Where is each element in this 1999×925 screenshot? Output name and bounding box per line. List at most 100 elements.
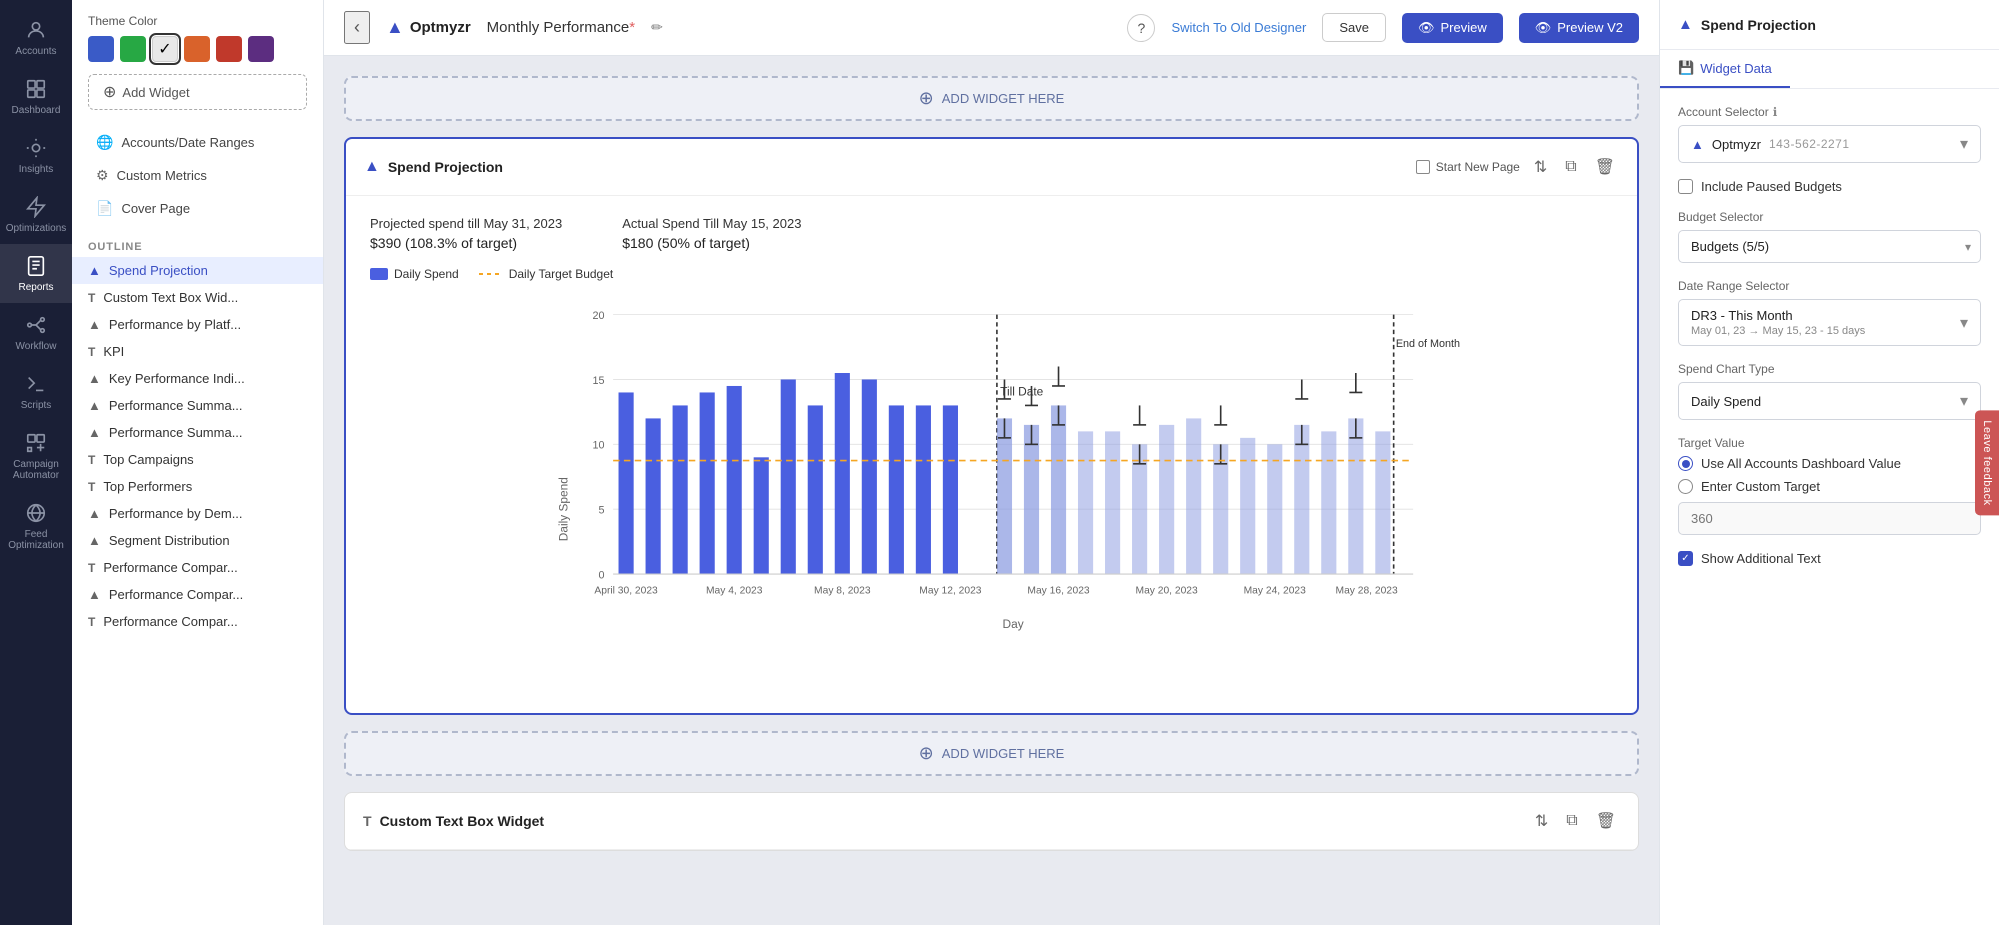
outline-item-performance-compar-3[interactable]: T Performance Compar... [72, 608, 323, 635]
svg-text:Daily Spend: Daily Spend [557, 477, 571, 541]
custom-text-widget: T Custom Text Box Widget ⇅ ⧉ 🗑 [344, 792, 1639, 851]
outline-item-performance-compar-2[interactable]: ▲ Performance Compar... [72, 581, 323, 608]
budget-selector-display[interactable]: Budgets (5/5) [1678, 230, 1981, 263]
outline-item-performance-summa-1[interactable]: ▲ Performance Summa... [72, 392, 323, 419]
sidebar-link-accounts[interactable]: 🌐 Accounts/Date Ranges [88, 128, 307, 157]
edit-icon[interactable]: ✏ [651, 19, 663, 36]
widget-data-icon: 💾 [1678, 60, 1694, 76]
outline-item-segment-distribution[interactable]: ▲ Segment Distribution [72, 527, 323, 554]
spend-chart-type-box[interactable]: Daily Spend ▾ [1678, 382, 1981, 420]
optimizations-icon [24, 195, 48, 219]
svg-text:May 8, 2023: May 8, 2023 [814, 586, 871, 597]
show-additional-field[interactable]: ✓ Show Additional Text [1678, 551, 1981, 566]
page-title: Monthly Performance* [487, 19, 635, 36]
nav-optimizations[interactable]: Optimizations [0, 185, 72, 244]
add-widget-button[interactable]: ⊕ Add Widget [88, 74, 307, 110]
outline-item-custom-text[interactable]: T Custom Text Box Wid... [72, 284, 323, 311]
text-icon-1: T [88, 291, 95, 305]
radio-use-all-accounts-input[interactable] [1678, 456, 1693, 471]
chart-icon-4: ▲ [88, 398, 101, 413]
include-paused-checkbox[interactable] [1678, 179, 1693, 194]
radio-use-all-accounts[interactable]: Use All Accounts Dashboard Value [1678, 456, 1981, 471]
swatch-orange[interactable] [184, 36, 210, 62]
feed-optimization-icon [24, 501, 48, 525]
outline-item-key-performance[interactable]: ▲ Key Performance Indi... [72, 365, 323, 392]
include-paused-field[interactable]: Include Paused Budgets [1678, 179, 1981, 194]
custom-target-input[interactable] [1678, 502, 1981, 535]
widget-header: ▲ Spend Projection Start New Page ⇅ ⧉ 🗑 [346, 139, 1637, 196]
chart-icon-5: ▲ [88, 425, 101, 440]
nav-accounts[interactable]: Accounts [0, 8, 72, 67]
sidebar-link-cover-page[interactable]: 📄 Cover Page [88, 194, 307, 223]
target-value-radio-group: Use All Accounts Dashboard Value Enter C… [1678, 456, 1981, 494]
chart-svg-wrap: Daily Spend 20 15 10 5 0 [370, 293, 1613, 693]
outline-item-performance-dem[interactable]: ▲ Performance by Dem... [72, 500, 323, 527]
nav-reports[interactable]: Reports [0, 244, 72, 303]
date-range-sub: May 01, 23 → May 15, 23 - 15 days [1691, 325, 1960, 337]
radio-enter-custom-input[interactable] [1678, 479, 1693, 494]
add-widget-zone-top[interactable]: ⊕ ADD WIDGET HERE [344, 76, 1639, 121]
dashboard-icon [24, 77, 48, 101]
preview-v2-button[interactable]: 👁 Preview V2 [1519, 13, 1639, 43]
proj-bar-4 [1078, 431, 1093, 574]
widget-duplicate-button[interactable]: ⧉ [1561, 154, 1580, 180]
nav-scripts[interactable]: Scripts [0, 362, 72, 421]
outline-item-performance-summa-2[interactable]: ▲ Performance Summa... [72, 419, 323, 446]
right-panel-header: ▲ Spend Projection [1660, 0, 1999, 50]
account-selector-box[interactable]: ▲ Optmyzr 143-562-2271 ▾ [1678, 125, 1981, 163]
outline-item-performance-platform[interactable]: ▲ Performance by Platf... [72, 311, 323, 338]
swatch-blue[interactable] [88, 36, 114, 62]
nav-insights[interactable]: Insights [0, 126, 72, 185]
swatch-red[interactable] [216, 36, 242, 62]
nav-dashboard[interactable]: Dashboard [0, 67, 72, 126]
legend-dashed-target [479, 273, 503, 275]
nav-feed-optimization[interactable]: Feed Optimization [0, 491, 72, 561]
swatch-light-active[interactable]: ✓ [152, 36, 178, 62]
help-button[interactable]: ? [1127, 14, 1155, 42]
widget-sort-button[interactable]: ⇅ [1530, 153, 1551, 181]
preview-button[interactable]: 👁 Preview [1402, 13, 1503, 43]
svg-text:20: 20 [592, 310, 604, 322]
show-additional-checkbox[interactable]: ✓ [1678, 551, 1693, 566]
bar-10 [862, 379, 877, 574]
budget-selector-field: Budget Selector Budgets (5/5) [1678, 210, 1981, 263]
outline-item-spend-projection[interactable]: ▲ Spend Projection [72, 257, 323, 284]
radio-enter-custom[interactable]: Enter Custom Target [1678, 479, 1981, 494]
sidebar-link-custom-metrics[interactable]: ⚙ Custom Metrics [88, 161, 307, 190]
date-range-box[interactable]: DR3 - This Month May 01, 23 → May 15, 23… [1678, 299, 1981, 346]
save-button[interactable]: Save [1322, 13, 1386, 42]
tab-widget-data[interactable]: 💾 Widget Data [1660, 50, 1790, 88]
svg-text:April 30, 2023: April 30, 2023 [594, 586, 658, 597]
spend-projection-widget: ▲ Spend Projection Start New Page ⇅ ⧉ 🗑 [344, 137, 1639, 715]
back-button[interactable]: ‹ [344, 11, 370, 44]
app-logo: ▲ Optmyzr [386, 17, 471, 38]
swatch-purple[interactable] [248, 36, 274, 62]
add-widget-zone-middle[interactable]: ⊕ ADD WIDGET HERE [344, 731, 1639, 776]
custom-text-sort-button[interactable]: ⇅ [1531, 807, 1552, 835]
bar-1 [619, 392, 634, 574]
custom-text-delete-button[interactable]: 🗑 [1592, 807, 1620, 835]
switch-old-designer-button[interactable]: Switch To Old Designer [1171, 20, 1306, 35]
actual-label: Actual Spend Till May 15, 2023 [622, 216, 801, 231]
outline-item-top-performers[interactable]: T Top Performers [72, 473, 323, 500]
swatch-green[interactable] [120, 36, 146, 62]
custom-text-widget-header: T Custom Text Box Widget ⇅ ⧉ 🗑 [345, 793, 1638, 850]
nav-campaign-automator[interactable]: Campaign Automator [0, 421, 72, 491]
proj-bar-13 [1321, 431, 1336, 574]
app-name: Optmyzr [410, 19, 471, 36]
feedback-tab[interactable]: Leave feedback [1975, 410, 1999, 515]
start-new-page-checkbox[interactable] [1416, 160, 1430, 174]
bar-6 [754, 457, 769, 574]
account-selector-label: Account Selector ℹ [1678, 105, 1981, 119]
widget-title: ▲ Spend Projection [364, 158, 1406, 176]
start-new-page-control[interactable]: Start New Page [1416, 160, 1520, 174]
outline-item-top-campaigns[interactable]: T Top Campaigns [72, 446, 323, 473]
budget-selector-wrap[interactable]: Budgets (5/5) [1678, 230, 1981, 263]
bar-7 [781, 379, 796, 574]
spend-projection-chart: Daily Spend 20 15 10 5 0 [370, 293, 1613, 693]
outline-item-kpi[interactable]: T KPI [72, 338, 323, 365]
custom-text-duplicate-button[interactable]: ⧉ [1562, 808, 1581, 834]
widget-delete-button[interactable]: 🗑 [1591, 153, 1619, 181]
outline-item-performance-compar-1[interactable]: T Performance Compar... [72, 554, 323, 581]
nav-workflow[interactable]: Workflow [0, 303, 72, 362]
